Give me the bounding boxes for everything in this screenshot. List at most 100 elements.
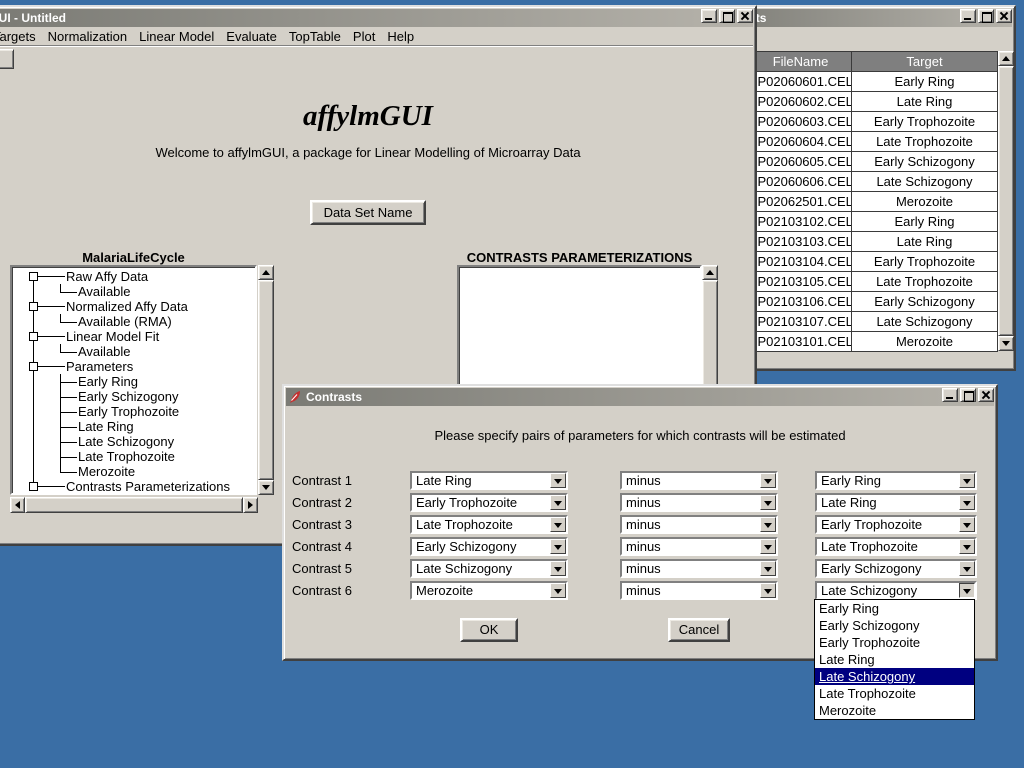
- tree-item[interactable]: Early Ring: [12, 374, 255, 389]
- dropdown-item[interactable]: Early Trophozoite: [815, 634, 974, 651]
- close-icon[interactable]: [978, 388, 994, 402]
- menu-item[interactable]: Normalization: [42, 27, 133, 46]
- chevron-down-icon[interactable]: [760, 495, 776, 510]
- table-row[interactable]: DP02103101.CEL Merozoite: [750, 332, 998, 352]
- table-row[interactable]: DP02060601.CEL Early Ring: [750, 72, 998, 92]
- close-icon[interactable]: [996, 9, 1012, 23]
- tree-item[interactable]: Raw Affy Data: [12, 269, 255, 284]
- chevron-down-icon[interactable]: [760, 517, 776, 532]
- tree-item[interactable]: Linear Model Fit: [12, 329, 255, 344]
- menu-item[interactable]: Evaluate: [220, 27, 283, 46]
- tree-scrollbar-horizontal[interactable]: [10, 497, 258, 513]
- contrast-op-select[interactable]: minus: [620, 559, 778, 578]
- chevron-down-icon[interactable]: [550, 539, 566, 554]
- cancel-button[interactable]: Cancel: [668, 618, 730, 642]
- tree-item[interactable]: Normalized Affy Data: [12, 299, 255, 314]
- tree-item[interactable]: Available: [12, 344, 255, 359]
- minimize-button[interactable]: [701, 9, 717, 23]
- targets-scrollbar[interactable]: [998, 51, 1014, 351]
- chevron-down-icon[interactable]: [959, 495, 975, 510]
- chevron-down-icon[interactable]: [760, 561, 776, 576]
- chevron-down-icon[interactable]: [550, 517, 566, 532]
- table-row[interactable]: DP02060602.CEL Late Ring: [750, 92, 998, 112]
- contrast-left-select[interactable]: Early Schizogony: [410, 537, 568, 556]
- close-icon[interactable]: [737, 9, 753, 23]
- scroll-thumb[interactable]: [258, 280, 274, 480]
- ok-button[interactable]: OK: [460, 618, 518, 642]
- scroll-down-icon[interactable]: [998, 336, 1014, 351]
- table-row[interactable]: DP02103103.CEL Late Ring: [750, 232, 998, 252]
- table-row[interactable]: DP02103105.CEL Late Trophozoite: [750, 272, 998, 292]
- contrast-op-select[interactable]: minus: [620, 581, 778, 600]
- dropdown-item[interactable]: Late Schizogony: [815, 668, 974, 685]
- table-row[interactable]: DP02060605.CEL Early Schizogony: [750, 152, 998, 172]
- maximize-button[interactable]: [719, 9, 735, 23]
- tree-node-box-icon[interactable]: [29, 362, 38, 371]
- table-row[interactable]: DP02103104.CEL Early Trophozoite: [750, 252, 998, 272]
- dropdown-item[interactable]: Late Ring: [815, 651, 974, 668]
- scroll-right-icon[interactable]: [243, 497, 258, 513]
- contrast-right-select[interactable]: Late Ring: [815, 493, 977, 512]
- dataset-name-button[interactable]: Data Set Name: [310, 200, 427, 225]
- contrast-left-select[interactable]: Merozoite: [410, 581, 568, 600]
- chevron-down-icon[interactable]: [959, 539, 975, 554]
- contrast-op-select[interactable]: minus: [620, 493, 778, 512]
- contrast-right-select[interactable]: Late Schizogony: [815, 581, 977, 600]
- table-row[interactable]: DP02062501.CEL Merozoite: [750, 192, 998, 212]
- chevron-down-icon[interactable]: [959, 517, 975, 532]
- chevron-down-icon[interactable]: [550, 473, 566, 488]
- dropdown-item[interactable]: Early Ring: [815, 600, 974, 617]
- tree-item[interactable]: Available: [12, 284, 255, 299]
- table-row[interactable]: DP02060604.CEL Late Trophozoite: [750, 132, 998, 152]
- menu-item[interactable]: Linear Model: [133, 27, 220, 46]
- toolbar-button[interactable]: [0, 49, 14, 69]
- contrast-op-select[interactable]: minus: [620, 471, 778, 490]
- table-row[interactable]: DP02103107.CEL Late Schizogony: [750, 312, 998, 332]
- chevron-down-icon[interactable]: [760, 473, 776, 488]
- tree-item[interactable]: Contrasts Parameterizations: [12, 479, 255, 494]
- contrast-op-select[interactable]: minus: [620, 537, 778, 556]
- menu-item[interactable]: TopTable: [283, 27, 347, 46]
- chevron-down-icon[interactable]: [550, 495, 566, 510]
- tree-item[interactable]: Parameters: [12, 359, 255, 374]
- contrast-left-select[interactable]: Late Schizogony: [410, 559, 568, 578]
- chevron-down-icon[interactable]: [550, 561, 566, 576]
- tree-item[interactable]: Early Trophozoite: [12, 404, 255, 419]
- chevron-down-icon[interactable]: [959, 561, 975, 576]
- scroll-up-icon[interactable]: [258, 265, 274, 280]
- contrast-left-select[interactable]: Early Trophozoite: [410, 493, 568, 512]
- scroll-left-icon[interactable]: [10, 497, 25, 513]
- chevron-down-icon[interactable]: [760, 583, 776, 598]
- table-row[interactable]: DP02103102.CEL Early Ring: [750, 212, 998, 232]
- tree-item[interactable]: Late Ring: [12, 419, 255, 434]
- tree-scrollbar-vertical[interactable]: [258, 265, 274, 495]
- chevron-down-icon[interactable]: [760, 539, 776, 554]
- tree-node-box-icon[interactable]: [29, 272, 38, 281]
- tree-item[interactable]: Early Schizogony: [12, 389, 255, 404]
- contrast-left-select[interactable]: Late Trophozoite: [410, 515, 568, 534]
- scroll-thumb[interactable]: [25, 497, 243, 513]
- dropdown-item[interactable]: Early Schizogony: [815, 617, 974, 634]
- tree-item[interactable]: Merozoite: [12, 464, 255, 479]
- scroll-up-icon[interactable]: [702, 265, 718, 280]
- contrast-right-select[interactable]: Early Ring: [815, 471, 977, 490]
- minimize-button[interactable]: [942, 388, 958, 402]
- main-titlebar[interactable]: affylmGUI - Untitled: [0, 9, 753, 27]
- tree-node-box-icon[interactable]: [29, 302, 38, 311]
- dropdown-item[interactable]: Late Trophozoite: [815, 685, 974, 702]
- chevron-down-icon[interactable]: [550, 583, 566, 598]
- table-row[interactable]: DP02103106.CEL Early Schizogony: [750, 292, 998, 312]
- scroll-up-icon[interactable]: [998, 51, 1014, 66]
- tree-item[interactable]: Available (RMA): [12, 314, 255, 329]
- chevron-down-icon[interactable]: [959, 473, 975, 488]
- tree-node-box-icon[interactable]: [29, 332, 38, 341]
- contrast-right-select[interactable]: Late Trophozoite: [815, 537, 977, 556]
- maximize-button[interactable]: [978, 9, 994, 23]
- contrast-left-select[interactable]: Late Ring: [410, 471, 568, 490]
- table-row[interactable]: DP02060603.CEL Early Trophozoite: [750, 112, 998, 132]
- dropdown-item[interactable]: Merozoite: [815, 702, 974, 719]
- menu-item[interactable]: Plot: [347, 27, 381, 46]
- contrast-right-select[interactable]: Early Schizogony: [815, 559, 977, 578]
- tree-item[interactable]: Late Schizogony: [12, 434, 255, 449]
- dialog-titlebar[interactable]: Contrasts: [286, 388, 994, 406]
